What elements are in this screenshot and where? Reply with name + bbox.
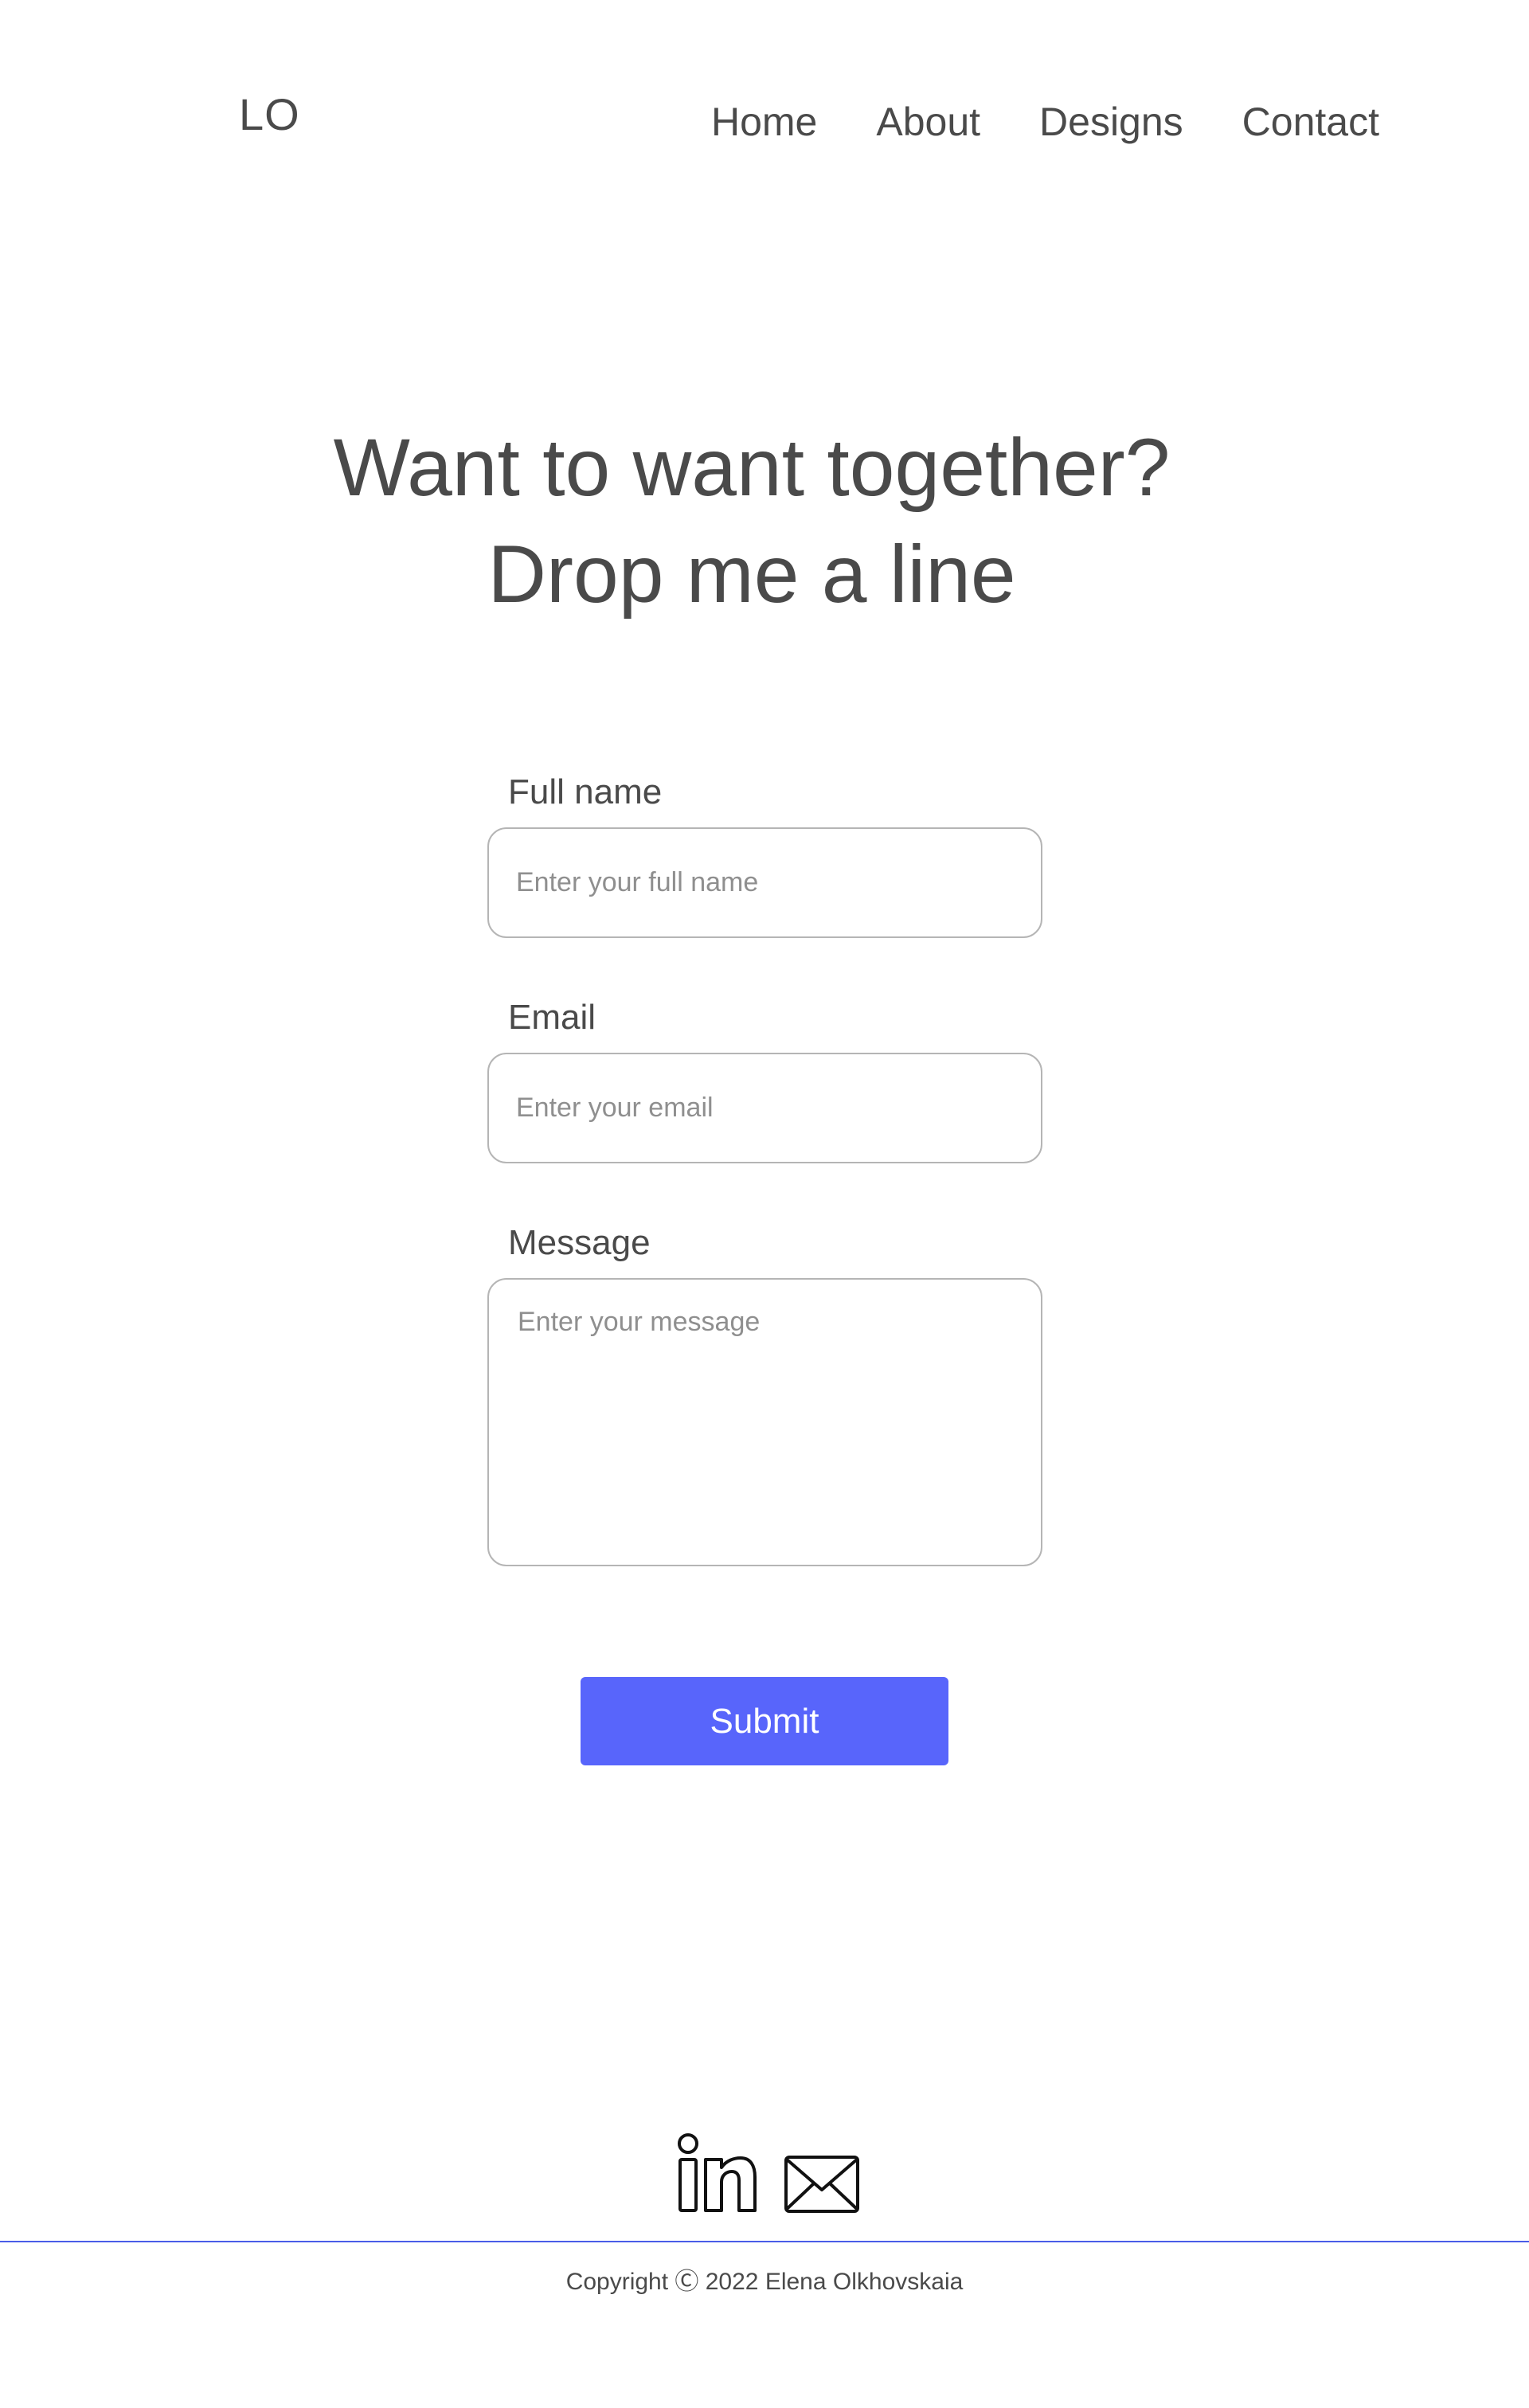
social-links — [675, 2132, 860, 2218]
headline-line-2: Drop me a line — [487, 529, 1016, 620]
message-field-group: Message — [487, 1219, 1042, 1566]
email-field-group: Email — [487, 994, 1042, 1163]
copyright-text: Copyright Ⓒ 2022 Elena Olkhovskaia — [565, 2269, 964, 2295]
headline-line-1: Want to want together? — [333, 422, 1171, 513]
nav-link-about[interactable]: About — [876, 94, 980, 150]
email-label: Email — [508, 998, 596, 1037]
submit-button[interactable]: Submit — [581, 1677, 948, 1765]
linkedin-icon — [678, 2133, 757, 2212]
linkedin-link[interactable] — [675, 2132, 758, 2218]
contact-form: Full name Email Message — [487, 768, 1042, 1566]
mail-icon — [784, 2156, 859, 2213]
page-headline: Want to want together? Drop me a line — [0, 414, 1504, 627]
main-nav: Home About Designs Contact — [652, 94, 1379, 150]
message-textarea[interactable] — [487, 1278, 1042, 1566]
nav-link-contact[interactable]: Contact — [1242, 94, 1379, 150]
email-input[interactable] — [487, 1053, 1042, 1163]
email-link[interactable] — [784, 2155, 860, 2218]
message-label: Message — [508, 1223, 651, 1262]
footer-divider — [0, 2241, 1529, 2242]
full-name-label: Full name — [508, 772, 663, 811]
name-field-group: Full name — [487, 768, 1042, 938]
full-name-input[interactable] — [487, 827, 1042, 938]
nav-link-designs[interactable]: Designs — [1039, 94, 1183, 150]
nav-link-home[interactable]: Home — [711, 94, 817, 150]
logo[interactable]: LO — [239, 86, 300, 143]
